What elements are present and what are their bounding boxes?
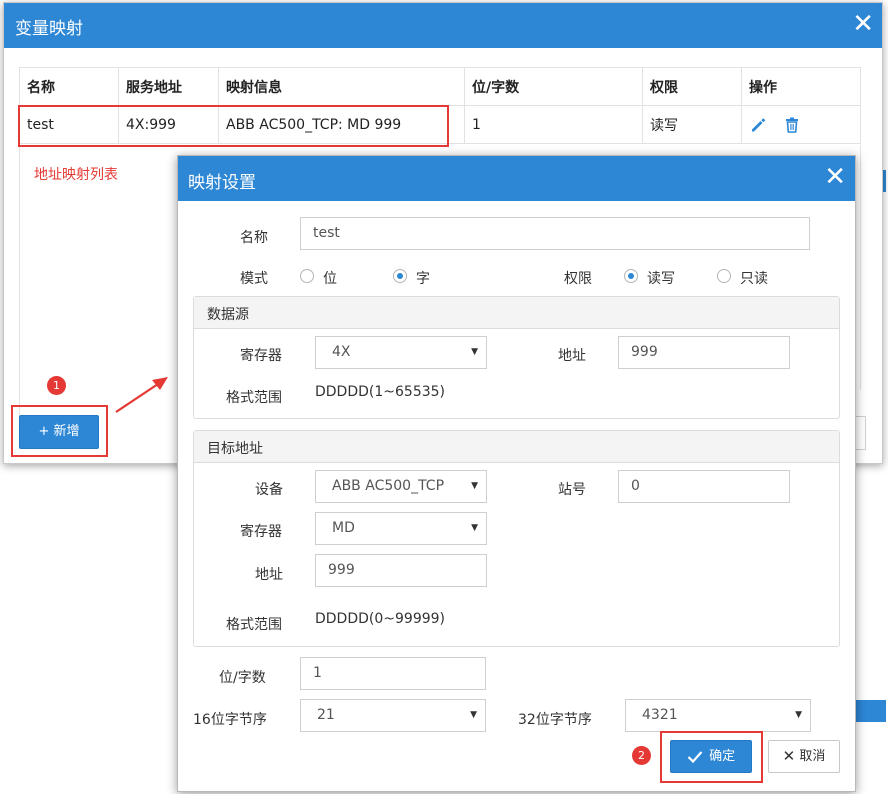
byte-order-32-select[interactable]: 4321 ▼	[625, 699, 811, 732]
edit-icon[interactable]	[749, 116, 767, 134]
mode-option-bit: 位	[323, 271, 337, 287]
step-badge-2: 2	[632, 746, 651, 765]
bits-words-label: 位/字数	[219, 670, 266, 686]
target-address-input[interactable]: 999	[315, 554, 487, 587]
cell-permission: 读写	[642, 105, 742, 144]
byte-order-16-select[interactable]: 21 ▼	[300, 699, 486, 732]
delete-icon[interactable]	[783, 116, 801, 134]
permission-label: 权限	[564, 271, 592, 287]
byte-order-32-label: 32位字节序	[518, 712, 592, 728]
close-icon: ✕	[782, 747, 796, 765]
pagination-edge	[856, 416, 866, 450]
confirm-label: 确定	[709, 749, 736, 764]
row-highlight-box	[18, 105, 449, 147]
col-bits-words: 位/字数	[464, 67, 643, 106]
source-register-select[interactable]: 4X ▼	[315, 336, 487, 369]
cancel-label: 取消	[799, 749, 826, 764]
panel-header: 数据源	[194, 297, 839, 329]
dialog-title-bar: 映射设置 ✕	[178, 156, 855, 201]
cell-bits-words: 1	[464, 105, 643, 144]
permission-radio-readwrite[interactable]	[624, 269, 638, 283]
table-header-row: 名称 服务地址 映射信息 位/字数 权限 操作	[19, 67, 861, 106]
col-name: 名称	[19, 67, 119, 106]
mode-radio-word[interactable]	[393, 269, 407, 283]
cancel-button[interactable]: ✕ 取消	[768, 740, 840, 773]
target-format-value: DDDDD(0~99999)	[315, 611, 445, 627]
target-register-label: 寄存器	[240, 524, 282, 540]
source-address-label: 地址	[558, 348, 586, 364]
confirm-button[interactable]: 确定	[670, 740, 752, 773]
target-register-select[interactable]: MD ▼	[315, 512, 487, 545]
dialog-title-bar: 变量映射 ✕	[4, 3, 882, 48]
target-format-label: 格式范围	[226, 617, 282, 633]
panel-title: 数据源	[207, 307, 249, 323]
col-permission: 权限	[642, 67, 742, 106]
panel-title: 目标地址	[207, 441, 263, 457]
byte-order-16-label: 16位字节序	[193, 712, 267, 728]
target-address-panel: 目标地址 设备 ABB AC500_TCP ▼ 站号 0 寄存器 MD ▼ 地址…	[193, 430, 840, 647]
chevron-down-icon: ▼	[795, 710, 802, 720]
target-device-label: 设备	[255, 482, 283, 498]
background-window-edge	[856, 700, 886, 722]
chevron-down-icon: ▼	[471, 523, 478, 533]
permission-option-readonly: 只读	[740, 271, 768, 287]
close-icon[interactable]: ✕	[824, 162, 846, 192]
select-value: 21	[317, 707, 335, 723]
select-value: 4321	[642, 707, 678, 723]
chevron-down-icon: ▼	[471, 481, 478, 491]
target-station-input[interactable]: 0	[618, 470, 790, 503]
name-label: 名称	[240, 230, 268, 246]
name-input[interactable]: test	[300, 217, 810, 250]
mode-label: 模式	[240, 271, 268, 287]
bits-words-input[interactable]: 1	[300, 657, 486, 690]
permission-radio-readonly[interactable]	[717, 269, 731, 283]
mapping-settings-dialog: 映射设置 ✕ 名称 test 模式 位 字 权限 读写 只读 数据源 寄存器 4…	[177, 155, 856, 792]
target-station-label: 站号	[558, 482, 586, 498]
select-value: ABB AC500_TCP	[332, 478, 445, 494]
close-icon[interactable]: ✕	[852, 9, 874, 39]
panel-header: 目标地址	[194, 431, 839, 463]
mode-radio-bit[interactable]	[300, 269, 314, 283]
source-register-label: 寄存器	[240, 348, 282, 364]
cell-operations	[741, 105, 861, 144]
annotation-label: 地址映射列表	[34, 167, 118, 183]
step-badge-1: 1	[47, 376, 66, 395]
col-mapping-info: 映射信息	[218, 67, 465, 106]
chevron-down-icon: ▼	[471, 347, 478, 357]
target-address-label: 地址	[255, 567, 283, 583]
add-button[interactable]: + 新增	[19, 415, 99, 449]
permission-option-readwrite: 读写	[647, 271, 675, 287]
select-value: 4X	[332, 344, 351, 360]
dialog-title: 映射设置	[188, 173, 256, 193]
source-format-value: DDDDD(1~65535)	[315, 384, 445, 400]
select-value: MD	[332, 520, 355, 536]
target-device-select[interactable]: ABB AC500_TCP ▼	[315, 470, 487, 503]
col-service-address: 服务地址	[118, 67, 219, 106]
arrow-annotation	[115, 377, 168, 413]
mode-option-word: 字	[416, 271, 430, 287]
list-area-border	[19, 145, 20, 415]
source-format-label: 格式范围	[226, 390, 282, 406]
dialog-title: 变量映射	[15, 19, 83, 39]
source-address-input[interactable]: 999	[618, 336, 790, 369]
list-area-border	[860, 145, 861, 390]
check-icon	[687, 750, 703, 763]
data-source-panel: 数据源 寄存器 4X ▼ 地址 999 格式范围 DDDDD(1~65535)	[193, 296, 840, 419]
col-operations: 操作	[741, 67, 861, 106]
chevron-down-icon: ▼	[470, 710, 477, 720]
